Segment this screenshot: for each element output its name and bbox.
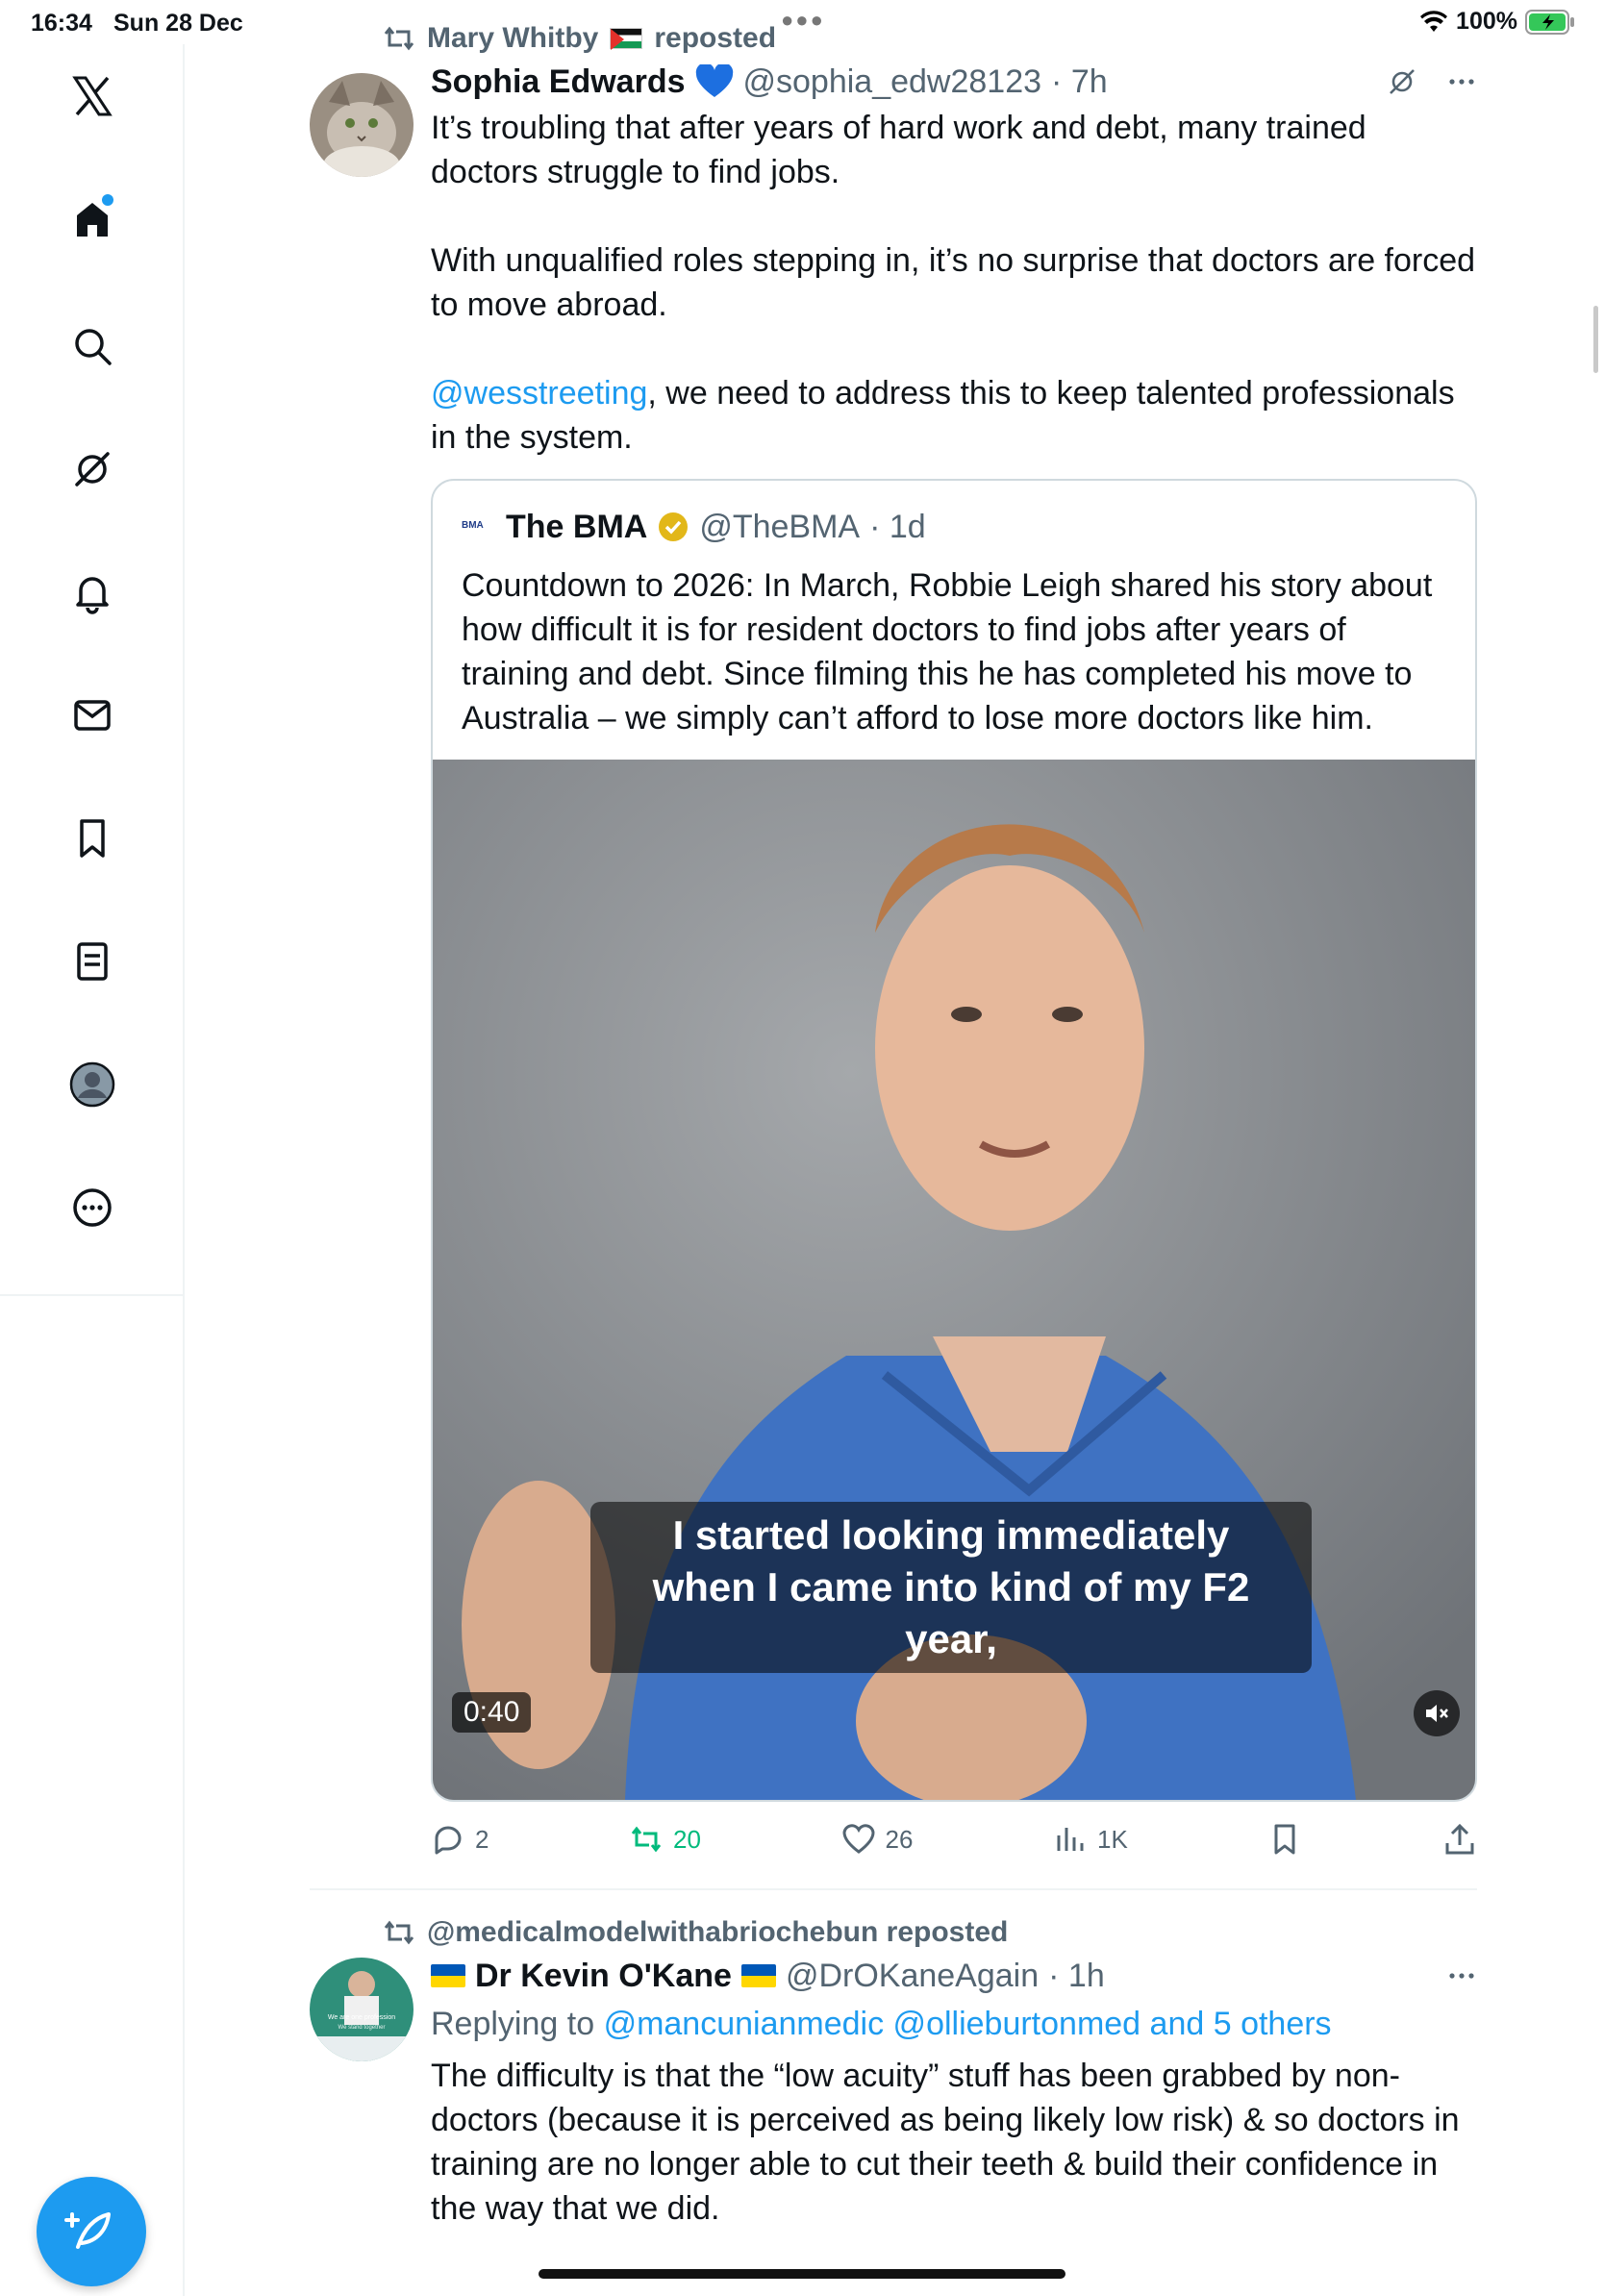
avatar-banner-text-1: We are one profession [328, 2014, 395, 2021]
repost-active-icon [631, 1826, 662, 1853]
ukraine-flag-icon [740, 1964, 776, 1987]
reposted-label: reposted [654, 22, 777, 54]
reposted-by-name[interactable]: @medicalmodelwithabriochebun reposted [427, 1916, 1008, 1949]
search-icon[interactable] [62, 315, 123, 377]
verified-gold-badge-icon [659, 512, 689, 541]
tweet-sophia-edwards[interactable]: Mary Whitby reposted Sophia Edwards @sop… [310, 19, 1477, 1877]
tweet-header-actions [1446, 1960, 1477, 1991]
bookmark-icon [1274, 1824, 1295, 1855]
speaker-muted-icon [1426, 1705, 1448, 1722]
battery-charging-icon [1525, 9, 1574, 35]
more-options-icon[interactable] [1446, 66, 1477, 97]
author-handle[interactable]: @sophia_edw28123 [743, 63, 1042, 101]
timeline: Mary Whitby reposted Sophia Edwards @sop… [310, 19, 1477, 2231]
post-time[interactable]: · 1h [1048, 1958, 1105, 1995]
avatar-sophia-edwards[interactable] [310, 73, 414, 177]
repost-icon [384, 1920, 414, 1945]
heart-icon [842, 1824, 875, 1854]
reply-button[interactable]: 2 [431, 1822, 489, 1857]
like-button[interactable]: 26 [841, 1822, 914, 1857]
reply-count: 2 [475, 1824, 489, 1854]
tweet-header: Dr Kevin O'Kane @DrOKaneAgain · 1h [431, 1952, 1477, 2000]
status-time: 16:34 [31, 10, 92, 37]
bookmark-button[interactable] [1267, 1822, 1302, 1857]
sidebar-divider [0, 1294, 185, 1296]
author-name[interactable]: Dr Kevin O'Kane [475, 1958, 732, 1995]
video-caption-line-2: when I came into kind of my F2 year, [652, 1564, 1250, 1661]
view-count: 1K [1097, 1824, 1128, 1854]
status-date: Sun 28 Dec [113, 10, 243, 37]
mute-button[interactable] [1414, 1690, 1460, 1736]
repost-context: Mary Whitby reposted [310, 19, 1477, 58]
quoted-tweet[interactable]: BMA The BMA @TheBMA · 1d Countdown to 20… [431, 479, 1477, 1802]
share-button[interactable] [1442, 1822, 1477, 1857]
compose-feather-icon [64, 2212, 111, 2249]
home-icon[interactable] [62, 188, 123, 250]
home-notification-dot [102, 194, 113, 206]
bma-logo: BMA [462, 520, 484, 531]
tweet-header: Sophia Edwards @sophia_edw28123 · 7h [431, 58, 1477, 106]
tweet-paragraph-1: It’s troubling that after years of hard … [431, 110, 1366, 190]
reposted-by-name[interactable]: Mary Whitby [427, 22, 598, 55]
video-caption: I started looking immediately when I cam… [590, 1502, 1312, 1673]
scroll-indicator[interactable] [1593, 306, 1598, 373]
author-name[interactable]: Sophia Edwards [431, 63, 686, 101]
messages-icon[interactable] [62, 685, 123, 746]
palestine-flag-icon [610, 28, 643, 50]
profile-icon[interactable] [62, 1054, 123, 1115]
tweet-paragraph-2: With unqualified roles stepping in, it’s… [431, 242, 1476, 323]
quoted-tweet-text: Countdown to 2026: In March, Robbie Leig… [462, 567, 1433, 736]
repost-icon [384, 26, 414, 51]
repost-count: 20 [673, 1824, 701, 1854]
analytics-icon [1057, 1828, 1084, 1851]
sidebar [0, 44, 185, 2296]
tweet-header-actions [1387, 66, 1477, 97]
mention-link[interactable]: @wesstreeting [431, 375, 647, 412]
tweet-paragraph-3: @wesstreeting, we need to address this t… [431, 371, 1477, 460]
replying-to-label: Replying to [431, 2006, 595, 2042]
home-indicator[interactable] [539, 2269, 1065, 2279]
avatar-banner-text-2: We stand together [338, 2025, 386, 2031]
grok-icon[interactable] [62, 438, 123, 500]
like-count: 26 [885, 1824, 914, 1854]
reply-icon [435, 1826, 462, 1855]
more-icon[interactable] [62, 1177, 123, 1238]
replying-to-mentions[interactable]: @mancunianmedic @ollieburtonmed and 5 ot… [604, 2006, 1332, 2042]
tweet-separator [310, 1888, 1477, 1890]
tweet-body: Dr Kevin O'Kane @DrOKaneAgain · 1h Reply… [431, 1952, 1477, 2231]
video-player[interactable]: I started looking immediately when I cam… [433, 760, 1475, 1800]
quoted-post-time: · 1d [869, 508, 926, 545]
tweet-text: It’s troubling that after years of hard … [431, 106, 1477, 460]
tweet-kevin-okane[interactable]: @medicalmodelwithabriochebun reposted We… [310, 1913, 1477, 2231]
compose-post-button[interactable] [37, 2177, 146, 2286]
tweet-actions: 2 20 26 1K [431, 1802, 1477, 1877]
views-button[interactable]: 1K [1053, 1822, 1128, 1857]
quoted-author-name[interactable]: The BMA [506, 509, 647, 546]
repost-button[interactable]: 20 [629, 1822, 701, 1857]
share-icon [1445, 1823, 1474, 1855]
lists-icon[interactable] [62, 931, 123, 992]
quoted-author-handle[interactable]: @TheBMA [699, 509, 860, 546]
video-duration: 0:40 [452, 1692, 532, 1733]
replying-to: Replying to @mancunianmedic @ollieburton… [431, 2002, 1477, 2046]
tweet-body: Sophia Edwards @sophia_edw28123 · 7h It’… [431, 58, 1477, 1877]
more-options-icon[interactable] [1446, 1960, 1477, 1991]
post-time[interactable]: · 7h [1051, 63, 1108, 101]
quoted-tweet-header: BMA The BMA @TheBMA · 1d [433, 481, 1475, 550]
grok-icon[interactable] [1387, 66, 1417, 97]
repost-context: @medicalmodelwithabriochebun reposted [310, 1913, 1477, 1952]
ukraine-flag-icon [431, 1964, 465, 1987]
video-caption-line-1: I started looking immediately [672, 1512, 1230, 1558]
bookmarks-icon[interactable] [62, 808, 123, 869]
notifications-icon[interactable] [62, 562, 123, 623]
blue-heart-icon [695, 64, 733, 97]
author-handle[interactable]: @DrOKaneAgain [786, 1958, 1039, 1995]
tweet-text: The difficulty is that the “low acuity” … [431, 2058, 1460, 2227]
avatar-kevin-okane[interactable]: We are one profession We stand together [310, 1958, 414, 2061]
x-logo-icon[interactable] [62, 65, 123, 127]
